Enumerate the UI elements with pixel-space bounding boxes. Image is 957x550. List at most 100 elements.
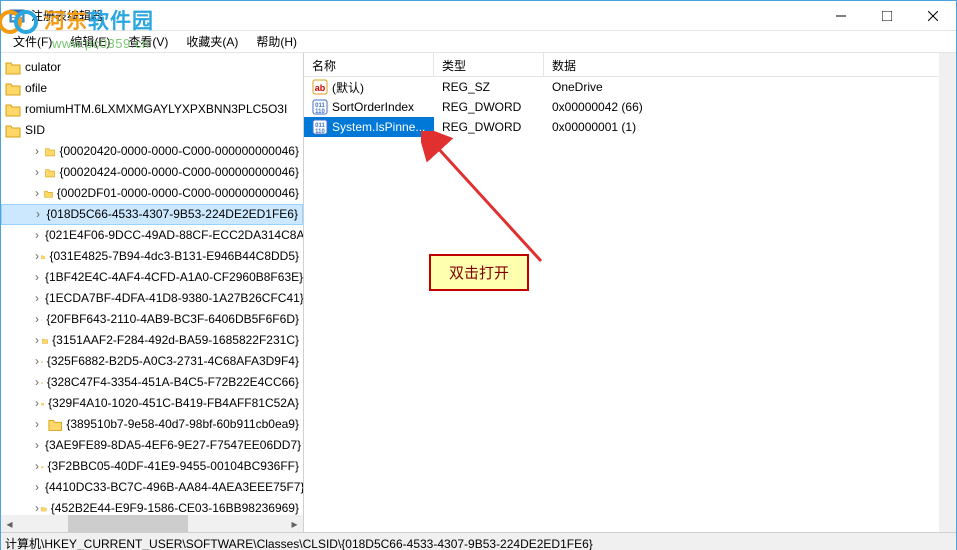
expand-icon[interactable]: › (35, 164, 43, 181)
values-panel: 名称 类型 数据 ab(默认)REG_SZOneDrive011110SortO… (304, 53, 956, 532)
expand-icon[interactable]: › (35, 437, 39, 454)
tree-item-label: {021E4F06-9DCC-49AD-88CF-ECC2DA314C8A} (45, 227, 304, 244)
scroll-right-arrow[interactable]: ▸ (286, 515, 303, 532)
tree-item[interactable]: romiumHTM.6LXMXMGAYLYXPXBNN3PLC5O3I (1, 99, 303, 120)
tree-item-label: {3F2BBC05-40DF-41E9-9455-00104BC936FF} (48, 458, 299, 475)
expand-icon[interactable]: › (35, 269, 39, 286)
tree-item[interactable]: › {325F6882-B2D5-A0C3-2731-4C68AFA3D9F4} (1, 351, 303, 372)
tree-item[interactable]: › {018D5C66-4533-4307-9B53-224DE2ED1FE6} (1, 204, 303, 225)
tree-item[interactable]: › {328C47F4-3354-451A-B4C5-F72B22E4CC66} (1, 372, 303, 393)
main-area: culator ofile romiumHTM.6LXMXMGAYLYXPXBNN3… (1, 53, 956, 532)
tree-item-label: {328C47F4-3354-451A-B4C5-F72B22E4CC66} (47, 374, 299, 391)
tree-item[interactable]: › {021E4F06-9DCC-49AD-88CF-ECC2DA314C8A} (1, 225, 303, 246)
tree-item[interactable]: SID (1, 120, 303, 141)
value-data: 0x00000001 (1) (544, 118, 956, 136)
tree-item[interactable]: ›{0002DF01-0000-0000-C000-000000000046} (1, 183, 303, 204)
tree-item[interactable]: culator (1, 57, 303, 78)
tree-item-label: {018D5C66-4533-4307-9B53-224DE2ED1FE6} (46, 206, 298, 223)
scroll-track[interactable] (18, 515, 286, 532)
expand-icon[interactable]: › (35, 290, 39, 307)
tree-item[interactable]: › {00020420-0000-0000-C000-000000000046} (1, 141, 303, 162)
menu-view[interactable]: 查看(V) (120, 31, 176, 52)
tree-item-label: {20FBF643-2110-4AB9-BC3F-6406DB5F6F6D} (46, 311, 299, 328)
expand-icon[interactable]: › (35, 458, 39, 475)
titlebar: 注册表编辑器 (1, 1, 956, 31)
tree-item-label: {389510b7-9e58-40d7-98bf-60b911cb0ea9} (66, 416, 299, 433)
tree-item[interactable]: ›{00020424-0000-0000-C000-000000000046} (1, 162, 303, 183)
tree-content: culator ofile romiumHTM.6LXMXMGAYLYXPXBNN3… (1, 53, 303, 532)
expand-icon[interactable]: › (35, 374, 39, 391)
maximize-button[interactable] (864, 1, 910, 31)
value-type: REG_SZ (434, 78, 544, 96)
annotation-tooltip: 双击打开 (429, 254, 529, 291)
tree-item-label: romiumHTM.6LXMXMGAYLYXPXBNN3PLC5O3I (25, 101, 287, 118)
tree-item-label: {4410DC33-BC7C-496B-AA84-4AEA3EEE75F7} (45, 479, 304, 496)
tree-item-label: ofile (25, 80, 47, 97)
value-row[interactable]: ab(默认)REG_SZOneDrive (304, 77, 956, 97)
tree-item-label: {329F4A10-1020-451C-B419-FB4AFF81C52A} (48, 395, 299, 412)
menu-file[interactable]: 文件(F) (5, 31, 60, 52)
expand-icon[interactable]: › (35, 353, 39, 370)
tree-horizontal-scrollbar[interactable]: ◂ ▸ (1, 515, 303, 532)
tree-item-label: {3AE9FE89-8DA5-4EF6-9E27-F7547EE06DD7} (45, 437, 301, 454)
tree-panel: culator ofile romiumHTM.6LXMXMGAYLYXPXBNN3… (1, 53, 304, 532)
value-name: 011110SortOrderIndex (304, 97, 434, 117)
tree-item[interactable]: › {329F4A10-1020-451C-B419-FB4AFF81C52A} (1, 393, 303, 414)
expand-icon[interactable]: › (36, 206, 40, 223)
column-name[interactable]: 名称 (304, 53, 434, 76)
scroll-left-arrow[interactable]: ◂ (1, 515, 18, 532)
tree-item-label: {1BF42E4C-4AF4-4CFD-A1A0-CF2960B8F63E} (45, 269, 303, 286)
tree-item-label: {3151AAF2-F284-492d-BA59-1685822F231C} (52, 332, 299, 349)
value-data: OneDrive (544, 78, 956, 96)
expand-icon[interactable]: › (35, 185, 42, 202)
column-type[interactable]: 类型 (434, 53, 544, 76)
tree-item[interactable]: › {031E4825-7B94-4dc3-B131-E946B44C8DD5} (1, 246, 303, 267)
values-body: ab(默认)REG_SZOneDrive011110SortOrderIndex… (304, 77, 956, 137)
column-data[interactable]: 数据 (544, 53, 956, 76)
values-header: 名称 类型 数据 (304, 53, 956, 77)
app-icon (9, 8, 25, 24)
svg-text:ab: ab (315, 83, 326, 93)
maximize-icon (882, 11, 892, 21)
value-type: REG_DWORD (434, 118, 544, 136)
expand-icon[interactable]: › (35, 332, 40, 349)
window-title: 注册表编辑器 (31, 7, 818, 24)
expand-icon[interactable]: › (35, 143, 43, 160)
statusbar: 计算机\HKEY_CURRENT_USER\SOFTWARE\Classes\C… (1, 532, 956, 550)
close-button[interactable] (910, 1, 956, 31)
tree-item-label: {325F6882-B2D5-A0C3-2731-4C68AFA3D9F4} (47, 353, 299, 370)
menu-favorites[interactable]: 收藏夹(A) (178, 31, 246, 52)
expand-icon[interactable]: › (35, 479, 39, 496)
tree-item[interactable]: › {20FBF643-2110-4AB9-BC3F-6406DB5F6F6D} (1, 309, 303, 330)
tree-item[interactable]: › {3F2BBC05-40DF-41E9-9455-00104BC936FF} (1, 456, 303, 477)
menu-help[interactable]: 帮助(H) (248, 31, 305, 52)
tree-item[interactable]: › {4410DC33-BC7C-496B-AA84-4AEA3EEE75F7} (1, 477, 303, 498)
close-icon (928, 11, 938, 21)
values-vertical-scrollbar[interactable] (939, 53, 956, 532)
tree-item[interactable]: › {1BF42E4C-4AF4-4CFD-A1A0-CF2960B8F63E} (1, 267, 303, 288)
window-controls (818, 1, 956, 31)
value-row[interactable]: 011110SortOrderIndexREG_DWORD0x00000042 … (304, 97, 956, 117)
tree-item[interactable]: › {3AE9FE89-8DA5-4EF6-9E27-F7547EE06DD7} (1, 435, 303, 456)
expand-icon[interactable]: › (35, 248, 39, 265)
tree-item-label: SID (25, 122, 45, 139)
expand-icon[interactable]: › (35, 311, 39, 328)
tree-item-label: {00020420-0000-0000-C000-000000000046} (59, 143, 299, 160)
tree-item[interactable]: › {3151AAF2-F284-492d-BA59-1685822F231C} (1, 330, 303, 351)
menu-edit[interactable]: 编辑(E) (62, 31, 118, 52)
value-row[interactable]: 011110System.IsPinne...REG_DWORD0x000000… (304, 117, 956, 137)
expand-icon[interactable]: › (35, 227, 39, 244)
value-type: REG_DWORD (434, 98, 544, 116)
minimize-button[interactable] (818, 1, 864, 31)
tree-item[interactable]: ofile (1, 78, 303, 99)
value-name: 011110System.IsPinne... (304, 117, 434, 137)
expand-icon[interactable]: › (35, 395, 39, 412)
expand-icon[interactable]: › (35, 416, 46, 433)
tree-item-label: {031E4825-7B94-4dc3-B131-E946B44C8DD5} (49, 248, 299, 265)
value-data: 0x00000042 (66) (544, 98, 956, 116)
tree-item[interactable]: › {389510b7-9e58-40d7-98bf-60b911cb0ea9} (1, 414, 303, 435)
scroll-thumb[interactable] (68, 515, 188, 532)
tree-item-label: culator (25, 59, 61, 76)
svg-text:110: 110 (315, 109, 325, 115)
tree-item[interactable]: ›{1ECDA7BF-4DFA-41D8-9380-1A27B26CFC41} (1, 288, 303, 309)
